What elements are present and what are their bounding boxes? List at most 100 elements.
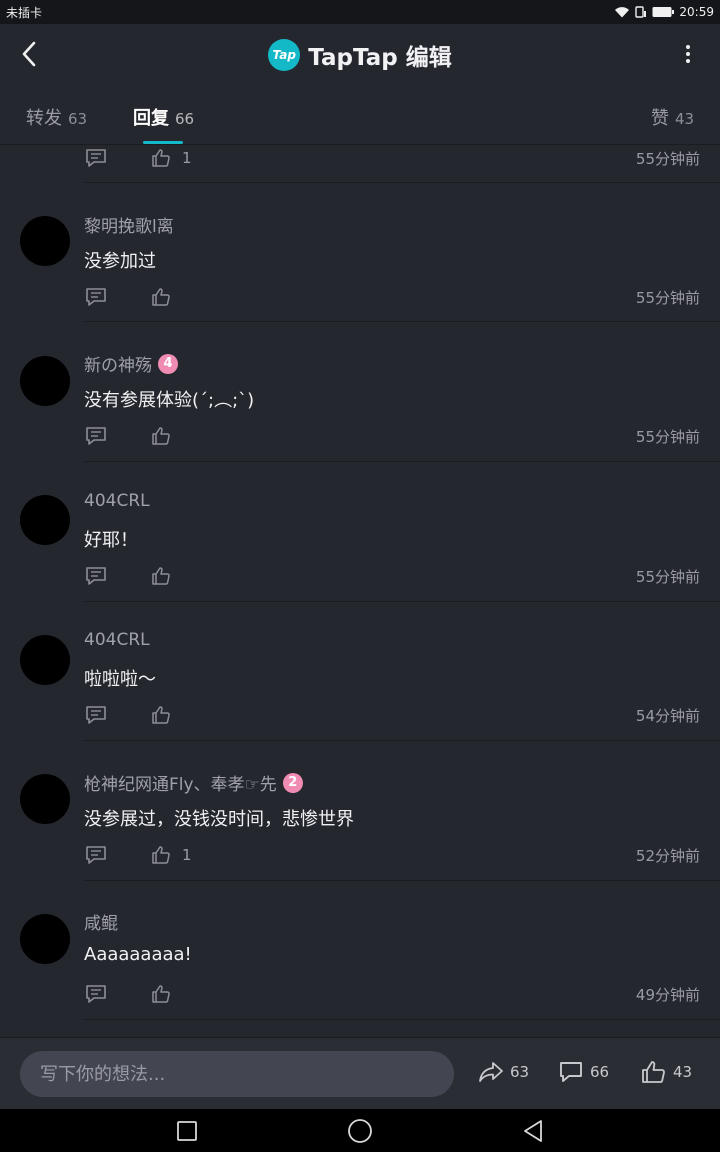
page-title: TapTap 编辑 [308,45,452,71]
row-divider [84,1019,720,1020]
repost-button[interactable]: 63 [478,1060,529,1084]
system-navigation-bar [0,1109,720,1152]
username-text: 黎明挽歌l离 [84,217,174,237]
row-divider [84,321,720,322]
comment-username[interactable]: 咸鲲 [84,909,118,934]
avatar[interactable] [20,774,70,824]
comment-button[interactable]: 66 [558,1060,609,1084]
username-text: 咸鲲 [84,914,118,934]
row-divider [84,880,720,881]
reply-icon[interactable] [84,285,108,309]
square-icon [177,1121,197,1141]
comment-actions: 49分钟前 [84,982,700,1006]
comment-actions: 55分钟前 [84,424,700,448]
avatar[interactable] [20,635,70,685]
reply-icon[interactable] [84,146,108,170]
thumbs-up-icon [149,146,173,170]
tab-count: 43 [675,110,695,128]
sim-icon [635,6,647,18]
avatar[interactable] [20,356,70,406]
tab-reposts[interactable]: 转发 63 [26,104,87,130]
comment-actions: 55分钟前 [84,285,700,309]
clock-label: 20:59 [679,5,714,19]
thumbs-up-icon [149,424,173,448]
like-button[interactable] [149,982,182,1006]
row-divider [84,601,720,602]
repost-count: 63 [510,1063,530,1081]
comment-username[interactable]: 404CRL [84,630,150,650]
tab-replies[interactable]: 回复 66 [133,104,194,130]
comment-username[interactable]: 黎明挽歌l离 [84,212,174,237]
tab-label: 赞 [651,108,669,129]
comment-content: 没参加过 [84,251,156,272]
comment-time: 55分钟前 [635,427,700,446]
tab-label: 转发 [26,108,62,129]
comment-actions: 1 55分钟前 [84,146,700,170]
tab-bar: 转发 63 回复 66 赞 43 [0,86,720,144]
avatar[interactable] [20,216,70,266]
thumbs-up-icon [149,564,173,588]
comment-time: 55分钟前 [635,567,700,586]
like-count: 1 [182,846,192,864]
like-button[interactable] [149,424,182,448]
wifi-icon [614,6,630,18]
avatar[interactable] [20,914,70,964]
thumbs-up-icon [149,703,173,727]
comment-time: 49分钟前 [635,985,700,1004]
like-button[interactable]: 1 [149,843,192,867]
thumbs-up-icon [149,843,173,867]
comment-list[interactable]: 1 55分钟前 黎明挽歌l离 没参加过 55分钟前 新の神殇 4 没有参展体验(… [0,145,720,1037]
comment-content: 啦啦啦～ [84,669,156,690]
comment-username[interactable]: 新の神殇 4 [84,351,178,376]
like-button[interactable]: 1 [149,146,192,170]
tab-count: 63 [68,110,88,128]
comment-content: 没参展过，没钱没时间，悲惨世界 [84,809,354,830]
row-divider [84,182,720,183]
home-button[interactable] [346,1117,374,1145]
comment-input[interactable] [20,1051,454,1097]
recent-apps-button[interactable] [173,1117,201,1145]
share-arrow-icon [479,1062,503,1082]
tab-count: 66 [175,110,195,128]
like-count: 1 [182,149,192,167]
battery-icon [652,6,675,18]
reply-icon[interactable] [84,843,108,867]
comment-username[interactable]: 枪神纪网通Fly、奉孝☞先 2 [84,770,303,795]
more-vertical-icon [686,45,690,63]
more-options-button[interactable] [676,38,700,70]
back-arrow-icon [22,41,36,67]
header-title: Tap TapTap 编辑 [268,38,452,72]
back-nav-button[interactable] [519,1117,547,1145]
comment-time: 55分钟前 [635,149,700,168]
comment-count: 66 [590,1063,610,1081]
header: Tap TapTap 编辑 [0,24,720,86]
comment-actions: 54分钟前 [84,703,700,727]
comment-username[interactable]: 404CRL [84,491,150,511]
username-text: 新の神殇 [84,356,152,376]
reply-icon[interactable] [84,564,108,588]
avatar[interactable] [20,495,70,545]
comment-time: 55分钟前 [635,288,700,307]
reply-icon[interactable] [84,703,108,727]
comment-content: Aaaaaaaaa! [84,944,192,965]
comment-actions: 55分钟前 [84,564,700,588]
bottom-action-bar: 63 66 43 [0,1037,720,1109]
comment-actions: 1 52分钟前 [84,843,700,867]
like-button[interactable] [149,285,182,309]
tab-likes[interactable]: 赞 43 [651,104,694,130]
reply-icon[interactable] [84,424,108,448]
tab-label: 回复 [133,108,169,129]
comment-bubble-icon [560,1062,582,1082]
reply-icon[interactable] [84,982,108,1006]
username-text: 枪神纪网通Fly、奉孝☞先 [84,775,277,795]
status-bar: 未插卡 20:59 [0,0,720,24]
comment-time: 52分钟前 [635,846,700,865]
thumbs-up-icon [642,1061,665,1083]
like-button[interactable] [149,703,182,727]
like-total-button[interactable]: 43 [641,1060,692,1084]
like-button[interactable] [149,564,182,588]
triangle-back-icon [524,1120,542,1142]
back-button[interactable] [14,38,46,70]
level-badge: 2 [282,772,303,793]
thumbs-up-icon [149,982,173,1006]
